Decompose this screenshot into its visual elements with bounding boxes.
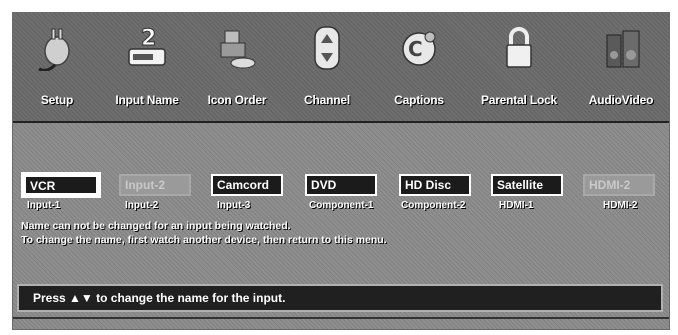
input-label-4: Component-1	[309, 200, 374, 211]
menu-item-audio-video[interactable]: AudioVideo	[573, 17, 669, 117]
input-label-7: HDMI-2	[603, 200, 638, 211]
menu-item-parental-lock[interactable]: Parental Lock	[475, 17, 563, 117]
channel-updown-icon	[314, 26, 340, 70]
plug-icon	[38, 28, 70, 71]
input-name-box-7: HDMI-2	[583, 174, 655, 196]
input-label-3: Input-3	[217, 200, 251, 211]
audio-video-icon	[606, 30, 640, 68]
menu-item-captions[interactable]: C Captions	[375, 17, 463, 117]
menu-label: Icon Order	[207, 93, 267, 107]
menu-label: AudioVideo	[588, 93, 654, 107]
icon-order-icon	[220, 30, 256, 69]
note-line-2: To change the name, first watch another …	[21, 234, 387, 246]
input-name-panel: VCR Input-1 Input-2 Input-2 Camcord Inpu…	[13, 121, 669, 261]
captions-icon: C	[402, 31, 436, 66]
input-name-box-5[interactable]: HD Disc	[399, 174, 471, 196]
menu-label: Channel	[304, 93, 350, 107]
input-label-5: Component-2	[401, 200, 466, 211]
padlock-icon	[506, 27, 532, 68]
menu-label: Parental Lock	[480, 93, 558, 107]
input-name-box-3[interactable]: Camcord	[211, 174, 283, 196]
input-label-2: Input-2	[125, 200, 159, 211]
menu-label: Input Name	[115, 93, 179, 107]
status-text: Press ▲▼ to change the name for the inpu…	[33, 291, 286, 305]
menu-item-input-name[interactable]: 2 Input Name	[103, 17, 191, 117]
input-name-box-2: Input-2	[119, 174, 191, 196]
menu-item-icon-order[interactable]: Icon Order	[193, 17, 281, 117]
note-line-1: Name can not be changed for an input bei…	[21, 220, 291, 232]
input-label-6: HDMI-1	[499, 200, 534, 211]
input-label-1: Input-1	[27, 200, 61, 211]
menu-item-channel[interactable]: Channel	[283, 17, 371, 117]
menu-label: Captions	[394, 93, 444, 107]
input-name-box-1[interactable]: VCR	[21, 172, 101, 198]
menu-bar: Setup 2 Input Name Icon Order Channel C …	[13, 13, 669, 123]
tv-menu-screen: Setup 2 Input Name Icon Order Channel C …	[12, 12, 670, 330]
svg-text:2: 2	[141, 26, 156, 51]
status-bar: Press ▲▼ to change the name for the inpu…	[17, 284, 663, 312]
input-name-icon: 2	[128, 26, 166, 66]
divider	[13, 317, 669, 319]
menu-item-setup[interactable]: Setup	[13, 17, 101, 117]
svg-text:C: C	[408, 37, 423, 61]
input-name-box-4[interactable]: DVD	[305, 174, 377, 196]
menu-label: Setup	[40, 93, 74, 107]
input-name-box-6[interactable]: Satellite	[491, 174, 563, 196]
